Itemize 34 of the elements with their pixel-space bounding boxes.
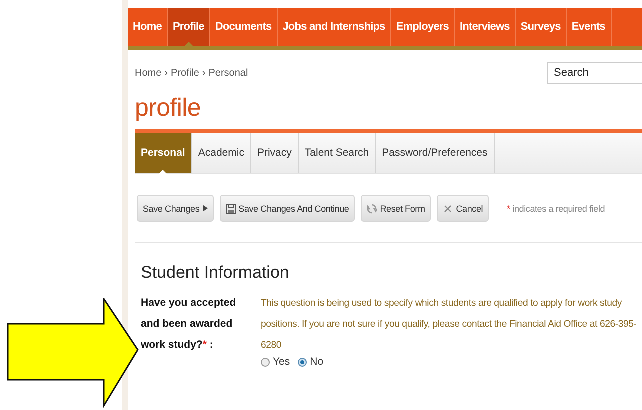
breadcrumb-link[interactable]: Home: [135, 68, 162, 78]
breadcrumb-separator: ›: [164, 68, 168, 78]
toolbar-button[interactable]: Save Changes And Continue: [220, 195, 356, 222]
subtab[interactable]: Personal: [135, 133, 192, 173]
breadcrumb-link[interactable]: Profile: [171, 68, 200, 78]
refresh-icon: [367, 204, 378, 214]
close-icon: [443, 204, 454, 214]
subtab[interactable]: Privacy: [251, 133, 299, 173]
nav-tab[interactable]: Surveys: [516, 8, 567, 46]
page-title: profile: [135, 94, 202, 123]
section-title: Student Information: [141, 263, 290, 283]
breadcrumb-link[interactable]: Personal: [208, 68, 248, 78]
nav-tab[interactable]: Interviews: [455, 8, 516, 46]
radio-button[interactable]: [298, 358, 308, 366]
nav-tab[interactable]: Profile: [168, 8, 210, 46]
subtab[interactable]: Password/Preferences: [376, 133, 495, 173]
radio-option[interactable]: Yes: [261, 356, 290, 368]
radio-button[interactable]: [261, 358, 270, 366]
subtab[interactable]: Talent Search: [298, 133, 376, 173]
toolbar-button[interactable]: Cancel: [437, 195, 490, 222]
help-text: This question is being used to specify which students are qualified to apply for work study positions. If you are not sure if you qualify, please contact the Financial Aid Office at 626-395-6280: [261, 297, 638, 353]
radio-option[interactable]: No: [298, 356, 324, 368]
nav-tab[interactable]: Events: [566, 8, 612, 46]
play-arrow-icon: [202, 205, 208, 212]
required-note: * indicates a required field: [507, 204, 606, 214]
nav-tab[interactable]: Employers: [391, 8, 456, 46]
subtab[interactable]: Academic: [192, 133, 252, 173]
nav-tab[interactable]: Documents: [210, 8, 278, 46]
toolbar-button[interactable]: Save Changes: [137, 195, 214, 222]
search-field[interactable]: Search: [547, 62, 642, 84]
toolbar-button[interactable]: Reset Form: [361, 195, 432, 222]
question-label: Have you accepted and been awarded work study?* :: [141, 296, 238, 353]
nav-tab[interactable]: Jobs and Internships: [278, 8, 392, 46]
breadcrumb-separator: ›: [202, 68, 206, 78]
